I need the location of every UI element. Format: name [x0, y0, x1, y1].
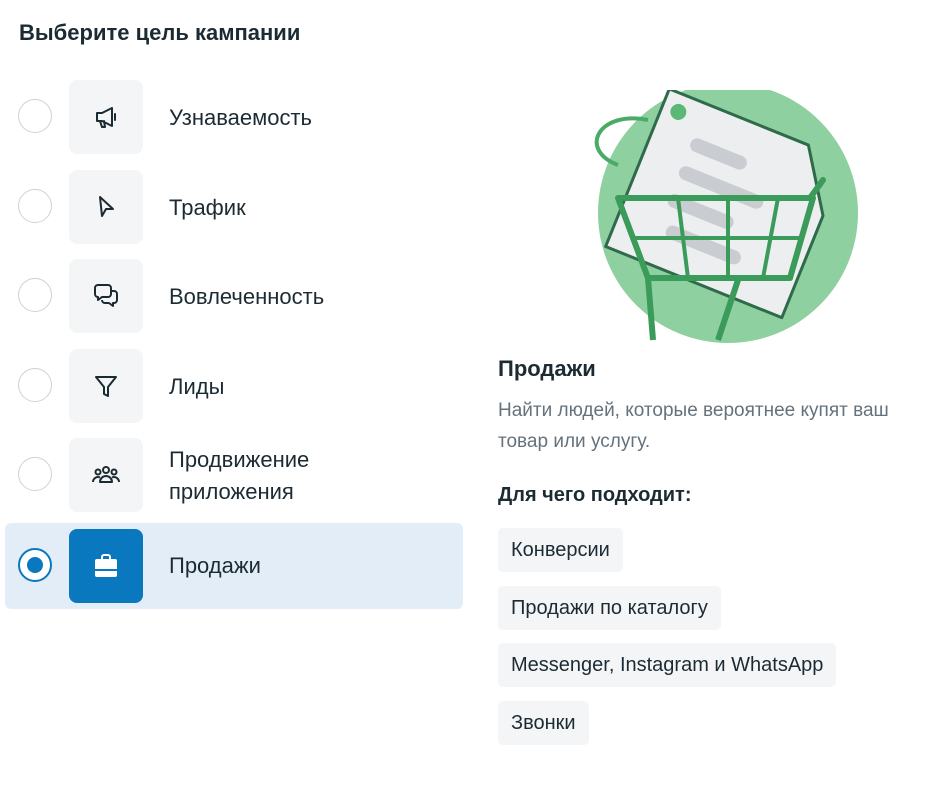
use-case-chip: Звонки — [498, 700, 589, 745]
icon-tile — [69, 528, 143, 603]
objective-leads[interactable]: Лиды — [5, 348, 463, 425]
icon-tile — [69, 438, 143, 512]
objective-traffic[interactable]: Трафик — [5, 169, 463, 246]
detail-title: Продажи — [498, 356, 596, 381]
shopping-bag-icon — [95, 553, 117, 577]
icon-tile — [69, 80, 143, 154]
detail-description: Найти людей, которые вероятнее купят ваш… — [498, 400, 889, 452]
objective-label: Узнаваемость — [169, 105, 313, 130]
funnel-icon — [95, 375, 117, 397]
objective-label: Продвижение приложения — [169, 447, 310, 504]
use-case-chip: Конверсии — [498, 528, 623, 572]
suitable-for-heading: Для чего подходит: — [498, 484, 692, 506]
radio-button[interactable] — [18, 188, 52, 223]
people-group-icon — [92, 466, 120, 483]
chat-bubbles-icon — [94, 284, 118, 307]
objective-label: Вовлеченность — [169, 284, 325, 309]
radio-button[interactable] — [18, 367, 52, 402]
radio-button[interactable] — [18, 278, 52, 312]
use-case-chips: Конверсии Продажи по каталогу Messenger,… — [498, 528, 837, 758]
objective-label: Продажи — [169, 552, 261, 578]
radio-button-selected[interactable] — [18, 547, 52, 582]
radio-button[interactable] — [18, 457, 52, 491]
objective-app-promotion[interactable]: Продвижение приложения — [5, 438, 463, 514]
use-case-chip: Продажи по каталогу — [498, 585, 721, 630]
objective-label: Трафик — [169, 194, 246, 220]
radio-button[interactable] — [18, 99, 52, 133]
icon-tile — [69, 169, 143, 244]
megaphone-icon — [96, 107, 116, 128]
objective-list: Узнаваемость Трафик Вовлеченность Лиды П… — [5, 80, 463, 622]
icon-tile — [69, 259, 143, 333]
cursor-icon — [99, 195, 114, 217]
objective-sales[interactable]: Продажи — [5, 522, 463, 609]
use-case-chip: Messenger, Instagram и WhatsApp — [498, 643, 837, 687]
objective-label: Лиды — [169, 373, 225, 399]
icon-tile — [69, 348, 143, 423]
objective-engagement[interactable]: Вовлеченность — [5, 259, 463, 335]
page-title: Выберите цель кампании — [19, 20, 301, 45]
shopping-cart-illustration — [594, 90, 858, 343]
objective-awareness[interactable]: Узнаваемость — [5, 80, 463, 156]
